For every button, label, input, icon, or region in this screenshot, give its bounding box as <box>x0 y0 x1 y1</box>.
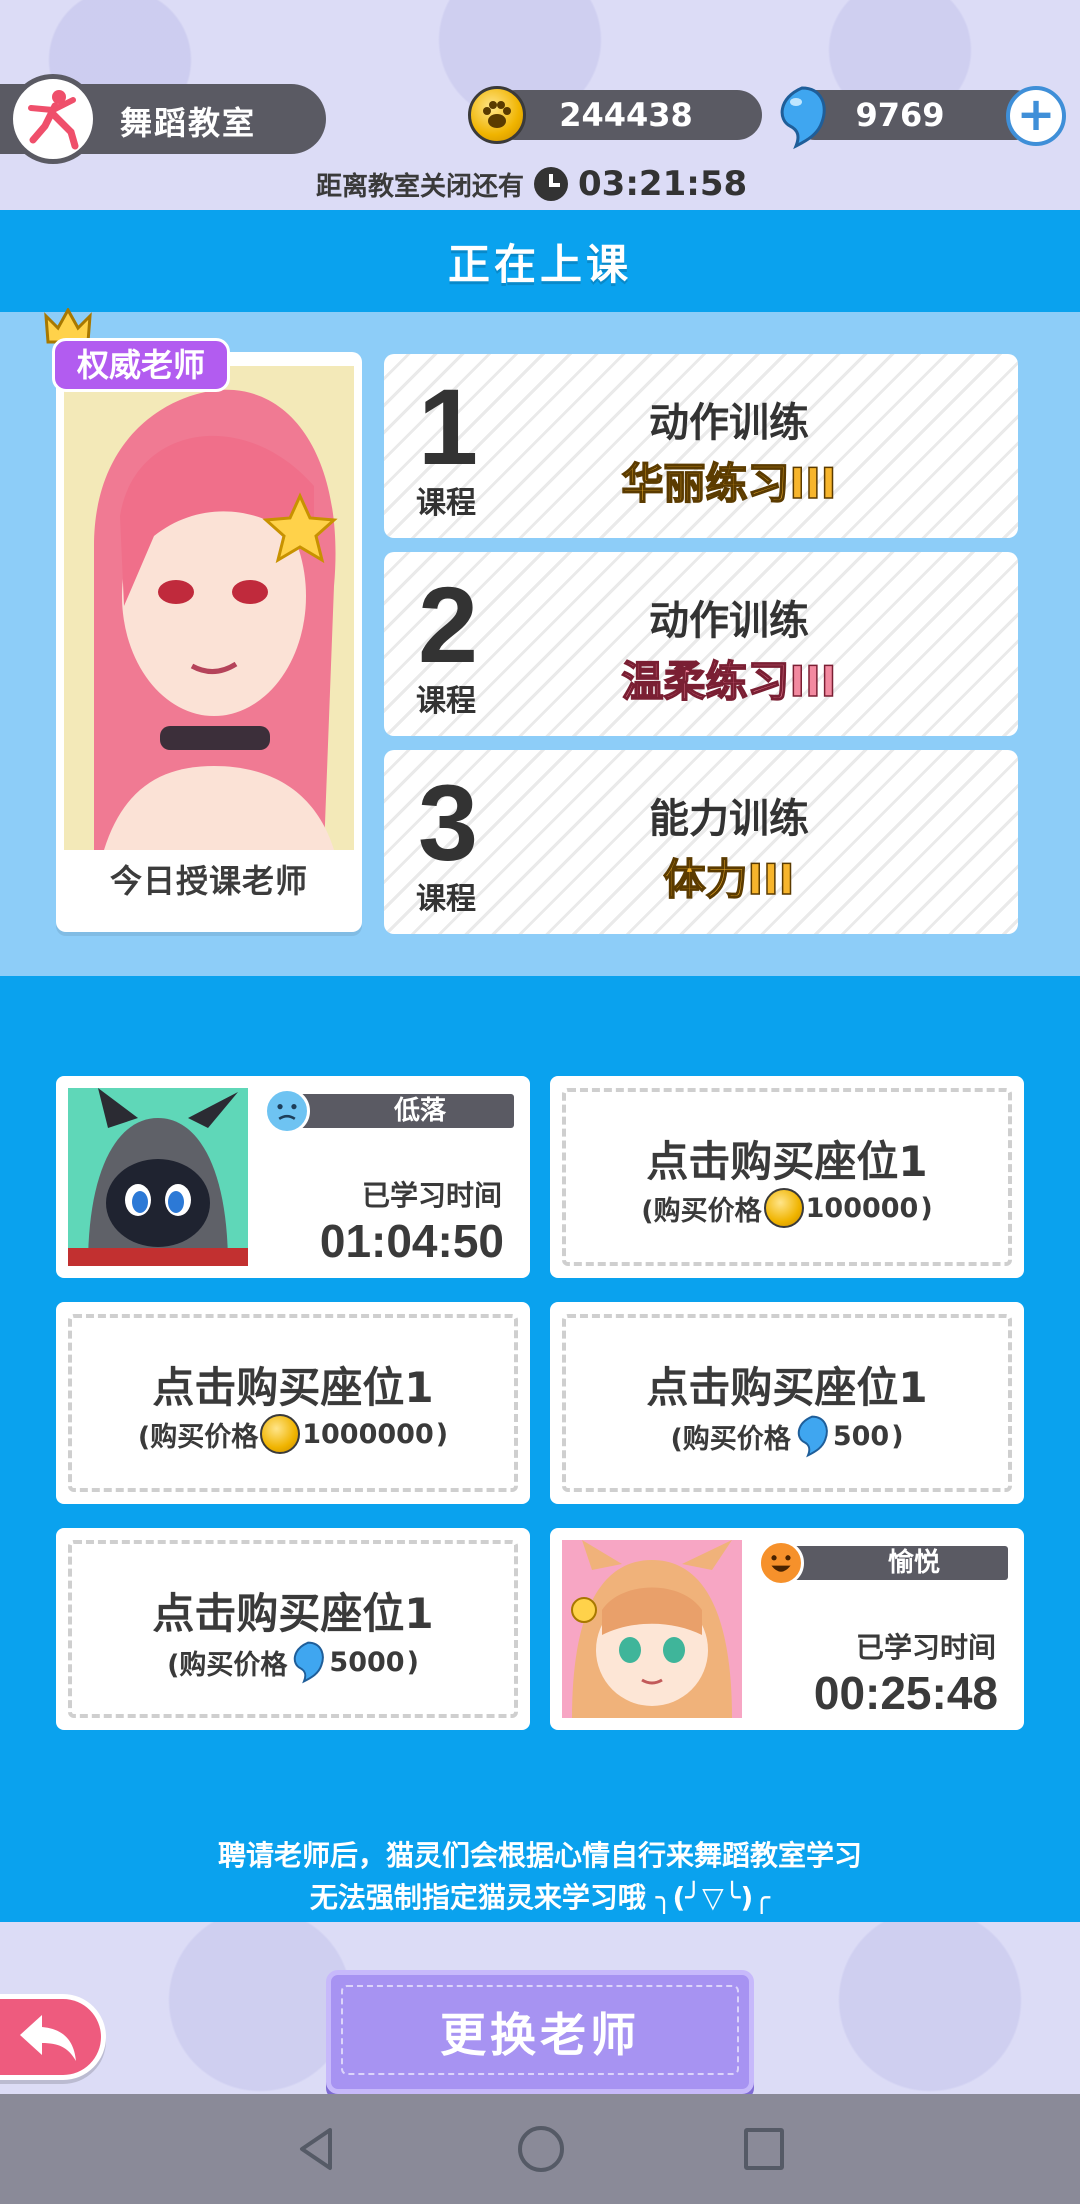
back-button[interactable] <box>0 1994 106 2080</box>
lesson-card-3[interactable]: 3 课程 能力训练 体力III <box>384 750 1018 934</box>
room-name: 舞蹈教室 <box>120 104 257 142</box>
coin-amount: 244438 <box>559 96 693 134</box>
lesson-number: 2 <box>418 564 479 685</box>
back-arrow-icon <box>20 2015 76 2061</box>
lesson-sub-label: 课程 <box>416 882 476 917</box>
lesson-card-2[interactable]: 2 课程 动作训练 温柔练习III <box>384 552 1018 736</box>
happy-mood-icon <box>758 1540 804 1586</box>
buy-seat-card[interactable]: 点击购买座位1 (购买价格 1000000 ) <box>56 1302 530 1504</box>
price-prefix: (购买价格 <box>137 1421 259 1453</box>
nav-recent-apps-icon[interactable] <box>744 2128 784 2170</box>
teacher-card[interactable] <box>56 352 362 932</box>
price-prefix: (购买价格 <box>641 1195 762 1227</box>
paw-coin-icon <box>468 86 526 144</box>
price-value: 100000 <box>805 1192 919 1224</box>
nav-home-icon[interactable] <box>518 2126 564 2172</box>
change-teacher-label: 更换老师 <box>440 2008 640 2062</box>
tip-line-2: 无法强制指定猫灵来学习哦 ╮(╯▽╰)╭ <box>309 1881 771 1914</box>
authority-teacher-badge: 权威老师 <box>52 338 231 392</box>
coin-counter: 244438 <box>490 90 762 140</box>
gem-amount: 9769 <box>855 96 945 134</box>
study-time-label: 已学习时间 <box>361 1179 502 1212</box>
seat-price: (购买价格 1000000 ) <box>56 1414 530 1454</box>
seat-price: (购买价格 100000 ) <box>550 1188 1024 1228</box>
paw-coin-icon <box>260 1414 301 1454</box>
price-prefix: (购买价格 <box>167 1649 288 1681</box>
lesson-title: 动作训练 <box>649 598 809 644</box>
sad-mood-icon <box>264 1088 310 1134</box>
teacher-portrait <box>64 366 354 850</box>
lesson-title: 能力训练 <box>649 796 809 842</box>
close-countdown: 距离教室关闭还有 03:21:58 <box>316 162 747 206</box>
clock-icon <box>534 167 569 201</box>
study-time-label: 已学习时间 <box>855 1631 996 1664</box>
price-value: 1000000 <box>302 1418 434 1450</box>
seat-occupied-2[interactable]: 愉悦 已学习时间 00:25:48 <box>550 1528 1024 1730</box>
seat-occupied-1[interactable]: 低落 已学习时间 01:04:50 <box>56 1076 530 1278</box>
countdown-label: 距离教室关闭还有 <box>316 171 525 202</box>
paw-coin-icon <box>763 1188 804 1228</box>
countdown-time: 03:21:58 <box>578 164 748 204</box>
buy-seat-card[interactable]: 点击购买座位1 (购买价格 500 ) <box>550 1302 1024 1504</box>
price-suffix: ) <box>891 1420 904 1452</box>
study-time: 01:04:50 <box>319 1215 504 1267</box>
dance-figure-icon <box>8 74 98 164</box>
mood-bar: 愉悦 <box>780 1546 1008 1580</box>
price-suffix: ) <box>435 1418 449 1450</box>
price-suffix: ) <box>406 1646 419 1678</box>
spirit-gem-icon <box>797 1415 828 1458</box>
lesson-skill: 温柔练习III <box>621 656 837 707</box>
change-teacher-button[interactable]: 更换老师 <box>326 1970 754 2094</box>
buy-seat-title: 点击购买座位1 <box>152 1589 434 1638</box>
lesson-skill: 华丽练习III <box>621 458 837 509</box>
student-portrait <box>562 1540 742 1718</box>
lesson-number: 1 <box>418 366 479 487</box>
buy-seat-title: 点击购买座位1 <box>646 1137 928 1186</box>
spirit-gem-icon <box>294 1641 325 1684</box>
mood-bar: 低落 <box>286 1094 514 1128</box>
buy-seat-card[interactable]: 点击购买座位1 (购买价格 5000 ) <box>56 1528 530 1730</box>
lesson-number: 3 <box>418 762 479 883</box>
seat-price: (购买价格 500 ) <box>550 1414 1024 1458</box>
price-value: 5000 <box>329 1646 405 1678</box>
student-portrait <box>68 1088 248 1266</box>
study-time: 00:25:48 <box>813 1667 998 1719</box>
teacher-caption: 今日授课老师 <box>109 862 308 900</box>
lesson-skill: 体力III <box>663 854 795 905</box>
tip-line-1: 聘请老师后，猫灵们会根据心情自行来舞蹈教室学习 <box>217 1839 862 1872</box>
lesson-sub-label: 课程 <box>416 486 476 521</box>
lesson-sub-label: 课程 <box>416 684 476 719</box>
class-status-header: 正在上课 <box>0 210 1080 312</box>
lesson-title: 动作训练 <box>649 400 809 446</box>
price-value: 500 <box>832 1420 890 1452</box>
buy-seat-card[interactable]: 点击购买座位1 (购买价格 100000 ) <box>550 1076 1024 1278</box>
buy-seat-title: 点击购买座位1 <box>152 1363 434 1412</box>
spirit-gem-icon <box>780 86 826 150</box>
add-gems-button[interactable]: + <box>1006 86 1066 146</box>
price-prefix: (购买价格 <box>670 1423 791 1455</box>
seat-price: (购买价格 5000 ) <box>56 1640 530 1684</box>
price-suffix: ) <box>920 1192 933 1224</box>
buy-seat-title: 点击购买座位1 <box>646 1363 928 1412</box>
lesson-card-1[interactable]: 1 课程 动作训练 华丽练习III <box>384 354 1018 538</box>
nav-back-icon[interactable] <box>296 2126 336 2172</box>
